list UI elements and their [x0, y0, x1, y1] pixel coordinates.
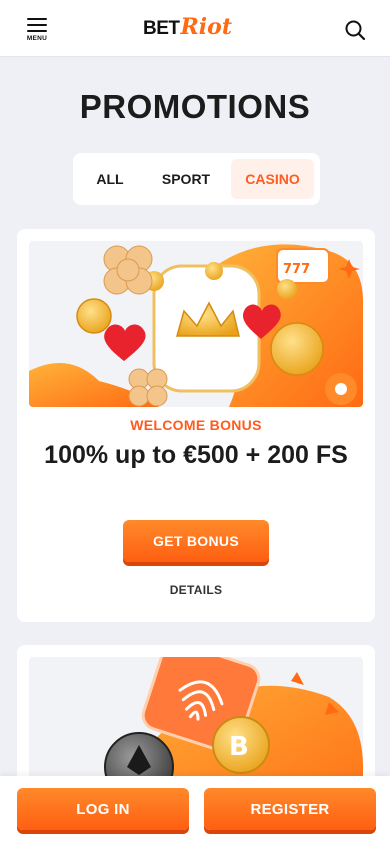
hamburger-icon [27, 18, 47, 21]
details-link[interactable]: DETAILS [17, 583, 375, 597]
menu-button[interactable]: MENU [22, 16, 54, 42]
tab-sport[interactable]: SPORT [141, 159, 231, 199]
casino-banner-illustration: 777 [29, 244, 363, 407]
get-bonus-button[interactable]: GET BONUS [123, 520, 269, 562]
tab-casino[interactable]: CASINO [231, 159, 314, 199]
search-icon [345, 20, 366, 41]
top-header: MENU BET Riot [0, 0, 390, 57]
betriot-logo[interactable]: BET Riot [143, 14, 232, 44]
tab-all[interactable]: ALL [79, 159, 141, 199]
promo-card-welcome-bonus: 777 WELCOME BONUS 100% up to €500 + 200 … [17, 229, 375, 622]
hamburger-icon-bar [27, 30, 47, 33]
page-title: PROMOTIONS [79, 88, 311, 125]
logo-bet-text: BET [143, 18, 180, 39]
svg-text:777: 777 [283, 262, 310, 277]
menu-label: MENU [26, 35, 48, 42]
promo-category-tabs: ALL SPORT CASINO [73, 153, 320, 205]
login-button[interactable]: LOG IN [17, 788, 189, 830]
logo-riot-text: Riot [180, 14, 232, 40]
promo-title: 100% up to €500 + 200 FS [44, 441, 348, 469]
promo-banner-image: 777 [29, 241, 363, 407]
svg-text:B: B [229, 732, 249, 762]
auth-bottom-bar: LOG IN REGISTER [0, 776, 390, 844]
hamburger-icon-bar [27, 24, 47, 27]
promo-type-label: WELCOME BONUS [130, 417, 262, 433]
register-button[interactable]: REGISTER [204, 788, 376, 830]
search-button[interactable] [344, 19, 366, 41]
